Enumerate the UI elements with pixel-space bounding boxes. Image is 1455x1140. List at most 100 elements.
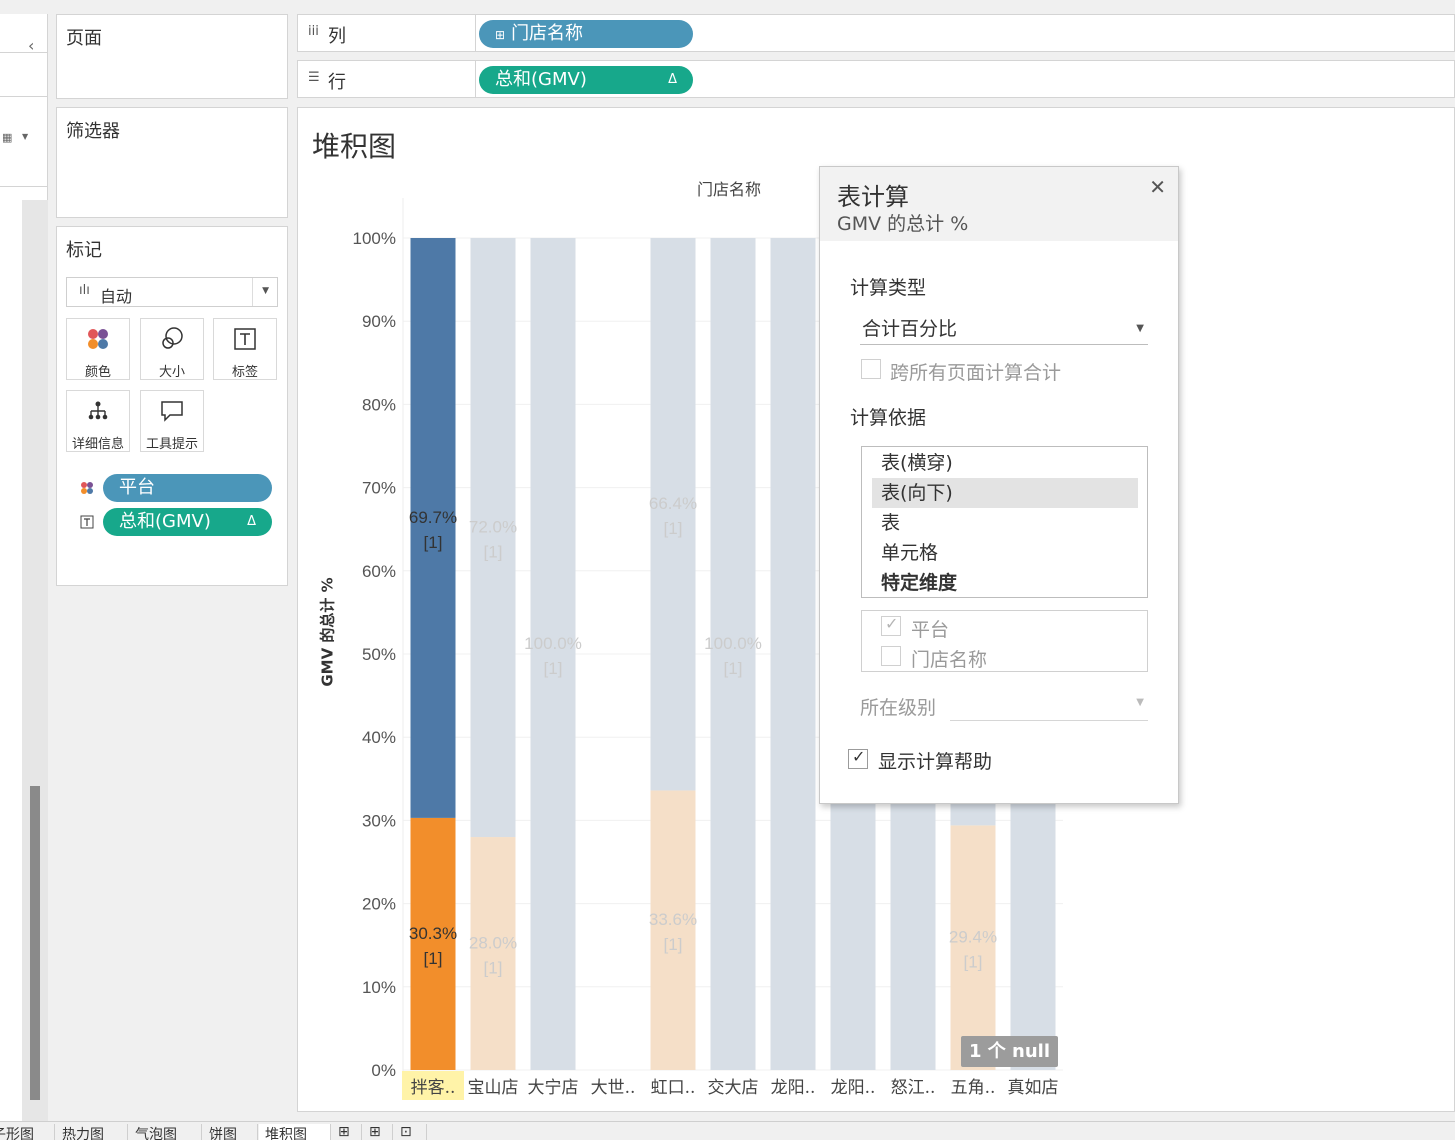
option-specific-dimensions[interactable]: 特定维度	[872, 568, 1138, 598]
rows-shelf-label: ☰ 行	[297, 60, 476, 98]
label-button[interactable]: 标签	[213, 318, 277, 380]
calc-type-value: 合计百分比	[862, 318, 958, 340]
rows-shelf[interactable]: 总和(GMV) Δ	[476, 60, 1455, 98]
null-indicator[interactable]: 1 个 null	[961, 1036, 1058, 1067]
show-help-label: 显示计算帮助	[878, 751, 993, 773]
option-table-down[interactable]: 表(向下)	[872, 478, 1138, 508]
x-tick-label: 大世..	[591, 1078, 636, 1098]
data-label-index: [1]	[544, 659, 563, 678]
y-axis-title-text: GMV 的总计 %	[318, 577, 337, 687]
platform-dimension-label: 平台	[911, 619, 950, 641]
bar-segment	[710, 238, 756, 1070]
sum-gmv-mark-pill-label: 总和(GMV)	[119, 511, 211, 532]
marks-card: 标记 ılı 自动 ▼ 颜色 大小 标签 详细信息 工具提示 平台 总和(GMV…	[56, 226, 288, 586]
caret-down-icon: ▼	[1136, 323, 1144, 334]
platform-pill[interactable]: 平台	[103, 474, 272, 502]
bar-segment	[410, 238, 456, 818]
caret-down-icon[interactable]: ▼	[22, 132, 28, 141]
detail-button[interactable]: 详细信息	[66, 390, 130, 452]
tab-sheet-1[interactable]: 子形图	[0, 1124, 55, 1140]
size-label: 大小	[158, 365, 185, 380]
scrollbar-thumb[interactable]	[30, 786, 40, 1100]
x-tick-label: 真如店	[1008, 1078, 1059, 1098]
bar-segment	[470, 238, 516, 838]
dialog-title: 表计算	[837, 183, 909, 211]
data-label: 29.4%	[949, 928, 997, 947]
tab-sheet-3[interactable]: 气泡图	[129, 1124, 202, 1140]
level-select[interactable]: ▼	[950, 689, 1148, 721]
x-tick-label: 交大店	[708, 1078, 759, 1098]
store-name-pill[interactable]: ⊞ 门店名称	[479, 20, 693, 48]
option-cell[interactable]: 单元格	[872, 538, 1138, 568]
label-icon	[80, 514, 94, 533]
dialog-subtitle: GMV 的总计 %	[837, 213, 969, 235]
new-dashboard-icon[interactable]: ⊞	[363, 1124, 393, 1140]
tab-sheet-5[interactable]: 堆积图	[259, 1124, 331, 1140]
x-tick-label: 龙阳..	[831, 1078, 876, 1098]
close-icon[interactable]: ✕	[1149, 175, 1166, 199]
x-tick-label: 大宁店	[528, 1078, 579, 1098]
calc-type-select[interactable]: 合计百分比 ▼	[860, 313, 1148, 345]
rows-icon: ☰	[308, 70, 320, 85]
data-label: 33.6%	[649, 910, 697, 929]
store-name-pill-label: 门店名称	[511, 23, 584, 44]
bar-chart-icon: ılı	[79, 283, 90, 298]
compute-using-list[interactable]: 表(横穿) 表(向下) 表 单元格 特定维度	[861, 446, 1148, 598]
mark-type-select[interactable]: ılı 自动 ▼	[66, 277, 278, 307]
data-label-index: [1]	[724, 659, 743, 678]
new-sheet-icon[interactable]: ⊞	[332, 1124, 362, 1140]
data-label-index: [1]	[424, 533, 443, 552]
divider	[0, 96, 47, 97]
filters-card[interactable]: 筛选器	[56, 107, 288, 218]
tooltip-icon	[141, 397, 203, 425]
x-tick-label: 虹口..	[651, 1078, 696, 1098]
option-table-across[interactable]: 表(横穿)	[872, 448, 1138, 478]
y-tick-label: 100%	[353, 229, 396, 248]
caret-down-icon: ▼	[1136, 697, 1144, 708]
y-axis-title: GMV 的总计 %	[317, 577, 338, 686]
rows-label: 行	[328, 72, 346, 93]
marks-title: 标记	[66, 240, 102, 261]
size-button[interactable]: 大小	[140, 318, 204, 380]
color-button[interactable]: 颜色	[66, 318, 130, 380]
data-label-index: [1]	[964, 953, 983, 972]
tab-sheet-2[interactable]: 热力图	[56, 1124, 128, 1140]
show-help-checkbox[interactable]: ✓	[848, 747, 868, 769]
dimensions-list: ✓ 平台 门店名称	[861, 610, 1148, 672]
y-tick-label: 50%	[362, 645, 396, 664]
sheet-title: 堆积图	[312, 130, 397, 163]
calc-type-heading: 计算类型	[850, 277, 927, 299]
columns-shelf[interactable]: ⊞ 门店名称	[476, 14, 1455, 52]
sum-gmv-mark-pill[interactable]: 总和(GMV) Δ	[103, 508, 272, 536]
columns-icon: iii	[308, 24, 319, 39]
pages-card[interactable]: 页面	[56, 14, 288, 99]
option-table[interactable]: 表	[872, 508, 1138, 538]
data-label: 69.7%	[409, 508, 457, 527]
tab-sheet-4[interactable]: 饼图	[203, 1124, 258, 1140]
data-label: 66.4%	[649, 494, 697, 513]
detail-label: 详细信息	[71, 437, 124, 452]
x-tick-label: 宝山店	[468, 1078, 519, 1098]
data-label-index: [1]	[664, 935, 683, 954]
across-pages-checkbox[interactable]	[861, 359, 881, 379]
tooltip-label: 工具提示	[145, 437, 198, 452]
grid-icon[interactable]: ▦	[2, 131, 12, 144]
data-label: 100.0%	[524, 634, 582, 653]
bar-segment	[470, 837, 516, 1070]
y-tick-label: 0%	[371, 1061, 396, 1080]
color-icon	[80, 480, 94, 499]
store-dimension-checkbox[interactable]	[881, 646, 901, 666]
caret-down-icon: ▼	[262, 286, 269, 296]
data-label-index: [1]	[484, 959, 503, 978]
data-label-index: [1]	[664, 519, 683, 538]
new-story-icon[interactable]: ⊡	[394, 1124, 427, 1140]
label-icon	[214, 325, 276, 353]
tooltip-button[interactable]: 工具提示	[140, 390, 204, 452]
sum-gmv-row-pill[interactable]: 总和(GMV) Δ	[479, 66, 693, 94]
compute-using-heading: 计算依据	[850, 407, 927, 429]
platform-dimension-checkbox[interactable]: ✓	[881, 614, 901, 636]
y-tick-label: 10%	[362, 978, 396, 997]
check-icon: ✓	[852, 747, 866, 766]
bar-segment	[770, 238, 816, 1070]
data-label-index: [1]	[484, 543, 503, 562]
